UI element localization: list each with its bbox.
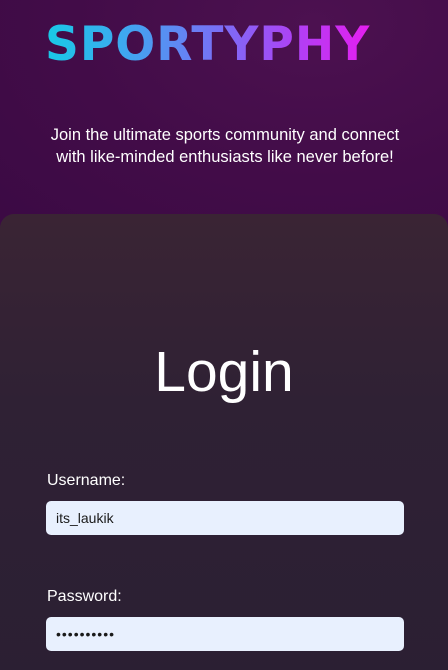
password-label: Password: — [47, 588, 122, 605]
hero-banner: SPORTYPHY Join the ultimate sports commu… — [0, 0, 448, 230]
username-label: Username: — [47, 472, 126, 489]
brand-logo: SPORTYPHY — [45, 14, 370, 76]
login-title: Login — [154, 340, 294, 404]
username-input[interactable] — [46, 501, 404, 535]
login-card: Login Username: Password: — [0, 214, 448, 670]
tagline: Join the ultimate sports community and c… — [50, 126, 400, 166]
password-input[interactable] — [46, 617, 404, 651]
